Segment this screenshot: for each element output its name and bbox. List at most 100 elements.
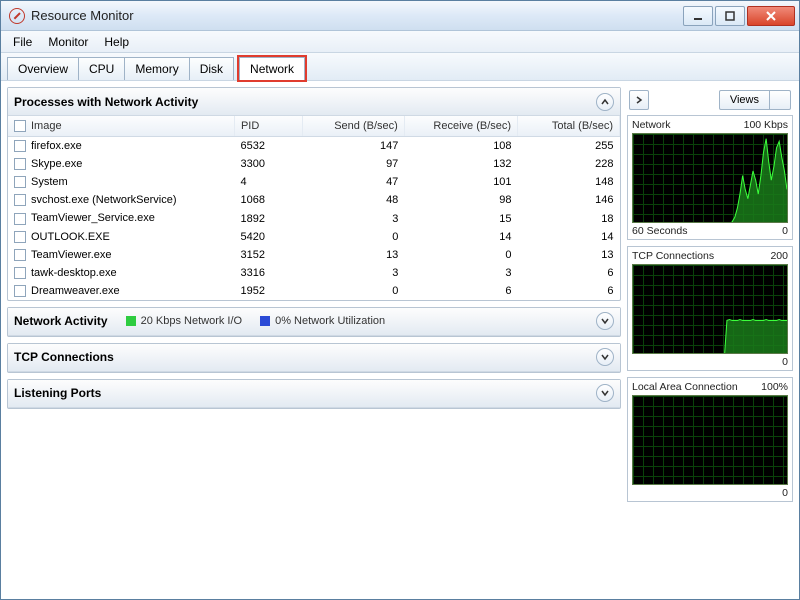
cell-send: 47	[302, 173, 404, 191]
graph-max: 100 Kbps	[744, 119, 788, 131]
collapse-right-button[interactable]	[629, 90, 649, 110]
cell-total: 18	[518, 209, 620, 227]
cell-image: tawk-desktop.exe	[31, 267, 117, 279]
processes-table: Image PID Send (B/sec) Receive (B/sec) T…	[8, 116, 620, 300]
row-checkbox[interactable]	[14, 158, 26, 170]
cell-total: 14	[518, 228, 620, 246]
table-row[interactable]: tawk-desktop.exe 3316 3 3 6	[8, 264, 620, 282]
views-button[interactable]: Views	[719, 90, 791, 110]
cell-pid: 5420	[234, 228, 302, 246]
content-area: Processes with Network Activity Image PI…	[1, 81, 799, 599]
cell-pid: 1068	[234, 191, 302, 209]
cell-pid: 3152	[234, 246, 302, 264]
table-row[interactable]: TeamViewer.exe 3152 13 0 13	[8, 246, 620, 264]
cell-send: 97	[302, 155, 404, 173]
cell-receive: 98	[404, 191, 517, 209]
cell-receive: 3	[404, 264, 517, 282]
cell-total: 13	[518, 246, 620, 264]
panel-activity-header[interactable]: Network Activity 20 Kbps Network I/O 0% …	[8, 308, 620, 336]
graph-canvas	[632, 395, 788, 485]
cell-image: TeamViewer.exe	[31, 249, 112, 261]
close-button[interactable]	[747, 6, 795, 26]
row-checkbox[interactable]	[14, 285, 26, 297]
chevron-down-icon	[769, 91, 790, 109]
expand-icon[interactable]	[596, 384, 614, 402]
tab-overview[interactable]: Overview	[7, 57, 79, 80]
table-row[interactable]: Skype.exe 3300 97 132 228	[8, 155, 620, 173]
row-checkbox[interactable]	[14, 213, 26, 225]
table-row[interactable]: Dreamweaver.exe 1952 0 6 6	[8, 282, 620, 300]
graph-title: Local Area Connection	[632, 381, 738, 393]
cell-send: 3	[302, 209, 404, 227]
cell-total: 6	[518, 282, 620, 300]
menu-help[interactable]: Help	[98, 33, 135, 51]
panel-tcp-header[interactable]: TCP Connections	[8, 344, 620, 372]
table-row[interactable]: svchost.exe (NetworkService) 1068 48 98 …	[8, 191, 620, 209]
right-toolbar: Views	[627, 87, 793, 113]
menu-monitor[interactable]: Monitor	[42, 33, 94, 51]
graph-local-area-connection: Local Area Connection100% 0	[627, 377, 793, 502]
row-checkbox[interactable]	[14, 194, 26, 206]
table-row[interactable]: TeamViewer_Service.exe 1892 3 15 18	[8, 209, 620, 227]
col-receive[interactable]: Receive (B/sec)	[404, 116, 517, 137]
graph-min: 0	[782, 225, 788, 237]
processes-table-body[interactable]: Image PID Send (B/sec) Receive (B/sec) T…	[8, 116, 620, 300]
cell-send: 0	[302, 282, 404, 300]
panel-processes-header[interactable]: Processes with Network Activity	[8, 88, 620, 116]
cell-receive: 14	[404, 228, 517, 246]
maximize-button[interactable]	[715, 6, 745, 26]
cell-image: firefox.exe	[31, 140, 82, 152]
row-checkbox[interactable]	[14, 140, 26, 152]
graph-canvas	[632, 264, 788, 354]
cell-send: 147	[302, 137, 404, 156]
col-image[interactable]: Image	[31, 120, 62, 132]
row-checkbox[interactable]	[14, 176, 26, 188]
app-icon	[9, 8, 25, 24]
graph-title: Network	[632, 119, 671, 131]
cell-receive: 132	[404, 155, 517, 173]
collapse-icon[interactable]	[596, 93, 614, 111]
panel-tcp-title: TCP Connections	[14, 350, 114, 364]
col-pid[interactable]: PID	[234, 116, 302, 137]
cell-send: 0	[302, 228, 404, 246]
window-title: Resource Monitor	[31, 8, 683, 23]
minimize-button[interactable]	[683, 6, 713, 26]
tab-memory[interactable]: Memory	[124, 57, 189, 80]
graph-title: TCP Connections	[632, 250, 714, 262]
table-row[interactable]: firefox.exe 6532 147 108 255	[8, 137, 620, 156]
tab-cpu[interactable]: CPU	[78, 57, 125, 80]
left-column: Processes with Network Activity Image PI…	[7, 87, 621, 593]
app-window: Resource Monitor File Monitor Help Overv…	[0, 0, 800, 600]
row-checkbox[interactable]	[14, 267, 26, 279]
panel-tcp: TCP Connections	[7, 343, 621, 373]
select-all-checkbox[interactable]	[14, 120, 26, 132]
cell-image: OUTLOOK.EXE	[31, 231, 110, 243]
panel-activity-title: Network Activity	[14, 314, 108, 328]
cell-receive: 15	[404, 209, 517, 227]
row-checkbox[interactable]	[14, 249, 26, 261]
tabstrip: Overview CPU Memory Disk Network	[1, 53, 799, 81]
cell-send: 3	[302, 264, 404, 282]
cell-pid: 1952	[234, 282, 302, 300]
col-total[interactable]: Total (B/sec)	[518, 116, 620, 137]
col-send[interactable]: Send (B/sec)	[302, 116, 404, 137]
io-label: 20 Kbps Network I/O	[141, 315, 243, 327]
tab-disk[interactable]: Disk	[189, 57, 234, 80]
table-row[interactable]: OUTLOOK.EXE 5420 0 14 14	[8, 228, 620, 246]
menu-file[interactable]: File	[7, 33, 38, 51]
menubar: File Monitor Help	[1, 31, 799, 53]
graph-min: 0	[782, 487, 788, 499]
panel-listening-header[interactable]: Listening Ports	[8, 380, 620, 408]
table-row[interactable]: System 4 47 101 148	[8, 173, 620, 191]
titlebar[interactable]: Resource Monitor	[1, 1, 799, 31]
cell-total: 6	[518, 264, 620, 282]
expand-icon[interactable]	[596, 312, 614, 330]
util-label: 0% Network Utilization	[275, 315, 385, 327]
cell-receive: 0	[404, 246, 517, 264]
expand-icon[interactable]	[596, 348, 614, 366]
io-color-icon	[126, 316, 136, 326]
cell-receive: 6	[404, 282, 517, 300]
cell-pid: 6532	[234, 137, 302, 156]
tab-network[interactable]: Network	[239, 57, 305, 80]
row-checkbox[interactable]	[14, 231, 26, 243]
